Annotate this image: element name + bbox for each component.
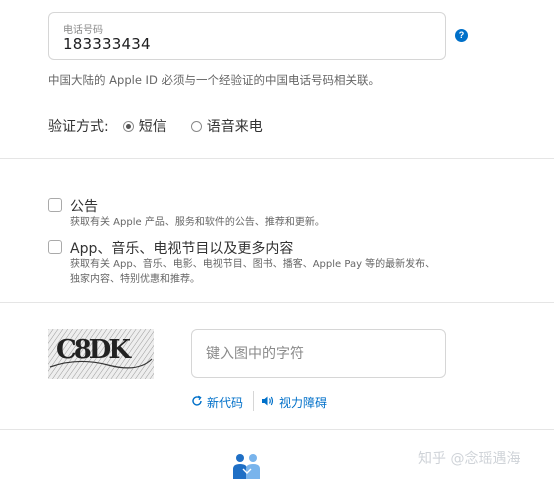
refresh-icon xyxy=(191,395,203,410)
phone-note: 中国大陆的 Apple ID 必须与一个经验证的中国电话号码相关联。 xyxy=(48,73,380,87)
radio-sms-indicator[interactable] xyxy=(122,120,134,132)
radio-voice-indicator[interactable] xyxy=(190,120,202,132)
apps-music-title: App、音乐、电视节目以及更多内容 xyxy=(70,241,294,257)
radio-voice-label: 语音来电 xyxy=(206,119,263,135)
apps-music-checkbox[interactable] xyxy=(48,240,62,254)
captcha-text: C8DK xyxy=(56,335,131,365)
announcements-description-line: 获取有关 Apple 产品、服务和软件的公告、推荐和更新。 xyxy=(70,217,325,228)
verification-method: 验证方式: 短信 语音来电 xyxy=(48,116,263,136)
apps-music-description-line: 获取有关 App、音乐、电影、电视节目、图书、播客、Apple Pay 等的最新… xyxy=(70,259,436,270)
new-code-label: 新代码 xyxy=(207,396,244,410)
captcha-image: C8DK xyxy=(48,329,154,379)
apps-music-description: 获取有关 App、音乐、电影、电视节目、图书、播客、Apple Pay 等的最新… xyxy=(70,257,435,287)
vision-impaired-link[interactable]: 视力障碍 xyxy=(261,394,327,411)
announcements-checkbox[interactable] xyxy=(48,198,62,212)
phone-field-label: 电话号码 xyxy=(63,25,103,36)
verification-label: 验证方式: xyxy=(48,119,109,135)
help-question-icon[interactable]: ? xyxy=(455,29,468,42)
phone-field[interactable]: 电话号码 183333434 xyxy=(48,12,446,60)
captcha-input[interactable] xyxy=(191,329,446,378)
new-code-link[interactable]: 新代码 xyxy=(191,394,243,411)
divider xyxy=(0,158,554,159)
speaker-icon xyxy=(261,395,275,410)
phone-field-value[interactable]: 183333434 xyxy=(63,35,151,53)
watermark: 知乎 @念瑶遇海 xyxy=(418,451,521,467)
announcements-title: 公告 xyxy=(70,199,98,215)
radio-sms-label: 短信 xyxy=(138,119,167,135)
divider xyxy=(0,429,554,430)
vision-impaired-label: 视力障碍 xyxy=(279,396,328,410)
apps-music-description-line: 独家内容、特别优惠和推荐。 xyxy=(70,274,200,285)
people-icon xyxy=(231,453,263,481)
link-separator xyxy=(253,391,254,411)
radio-voice-call[interactable]: 语音来电 xyxy=(190,116,263,136)
divider xyxy=(0,302,554,303)
radio-sms[interactable]: 短信 xyxy=(122,116,167,136)
announcements-description: 获取有关 Apple 产品、服务和软件的公告、推荐和更新。 xyxy=(70,215,325,230)
